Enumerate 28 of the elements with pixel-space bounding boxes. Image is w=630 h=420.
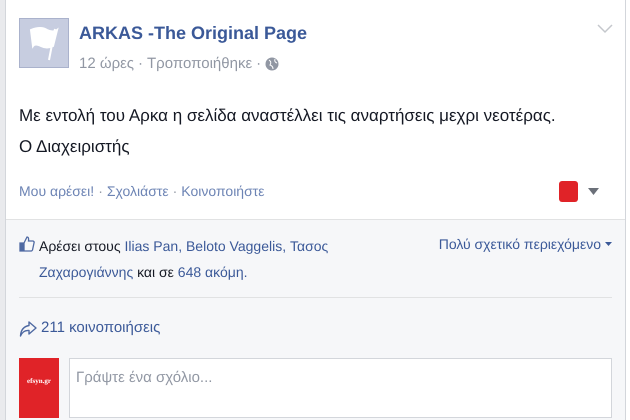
flag-icon (27, 24, 61, 62)
separator-dot: · (138, 54, 144, 74)
page-avatar[interactable] (19, 18, 69, 68)
sort-dropdown[interactable]: Πολύ σχετικό περιεχόμενο (438, 234, 612, 254)
action-link[interactable]: Κοινοποιήστε (181, 181, 265, 202)
profile-avatar[interactable] (559, 181, 578, 202)
action-link[interactable]: Μου αρέσει! (19, 181, 94, 202)
liker-link[interactable]: 648 ακόμη. (178, 264, 248, 280)
page-name[interactable]: ARKAS -The Original Page (79, 20, 308, 47)
caret-icon[interactable] (588, 188, 599, 195)
thumbs-up-icon (19, 236, 35, 252)
globe-icon (265, 57, 280, 72)
post-text: Με εντολή του Αρκα η σελίδα αναστέλλει τις αναρτήσεις μεχρι νεοτέρας. (19, 104, 556, 126)
likes-text: Αρέσει στους Ilias Pan, Beloto Vaggelis, Τασος Ζαχαρογιάννης και σε 648 ακόμη. (39, 236, 330, 282)
comment-field[interactable]: Γράψτε ένα σχόλιο... (69, 358, 612, 418)
shares-link[interactable]: 211 κοινοποιήσεις (41, 317, 160, 340)
liker-link[interactable]: Τασος (290, 238, 328, 254)
separator-dot: · (98, 182, 103, 201)
action-link[interactable]: Σχολιάστε (106, 181, 169, 202)
share-arrow-icon (19, 320, 37, 336)
liker-link[interactable]: Ζαχαρογιάννης (39, 264, 134, 280)
separator-dot: · (172, 182, 178, 201)
post-text: Ο Διαχειριστής (19, 136, 130, 158)
liker-link[interactable]: Ilias Pan (124, 238, 178, 254)
liker-link[interactable]: Beloto Vaggelis (186, 238, 282, 254)
separator-dot: · (256, 54, 262, 74)
chevron-icon[interactable] (597, 24, 613, 34)
caret-icon (605, 242, 612, 246)
